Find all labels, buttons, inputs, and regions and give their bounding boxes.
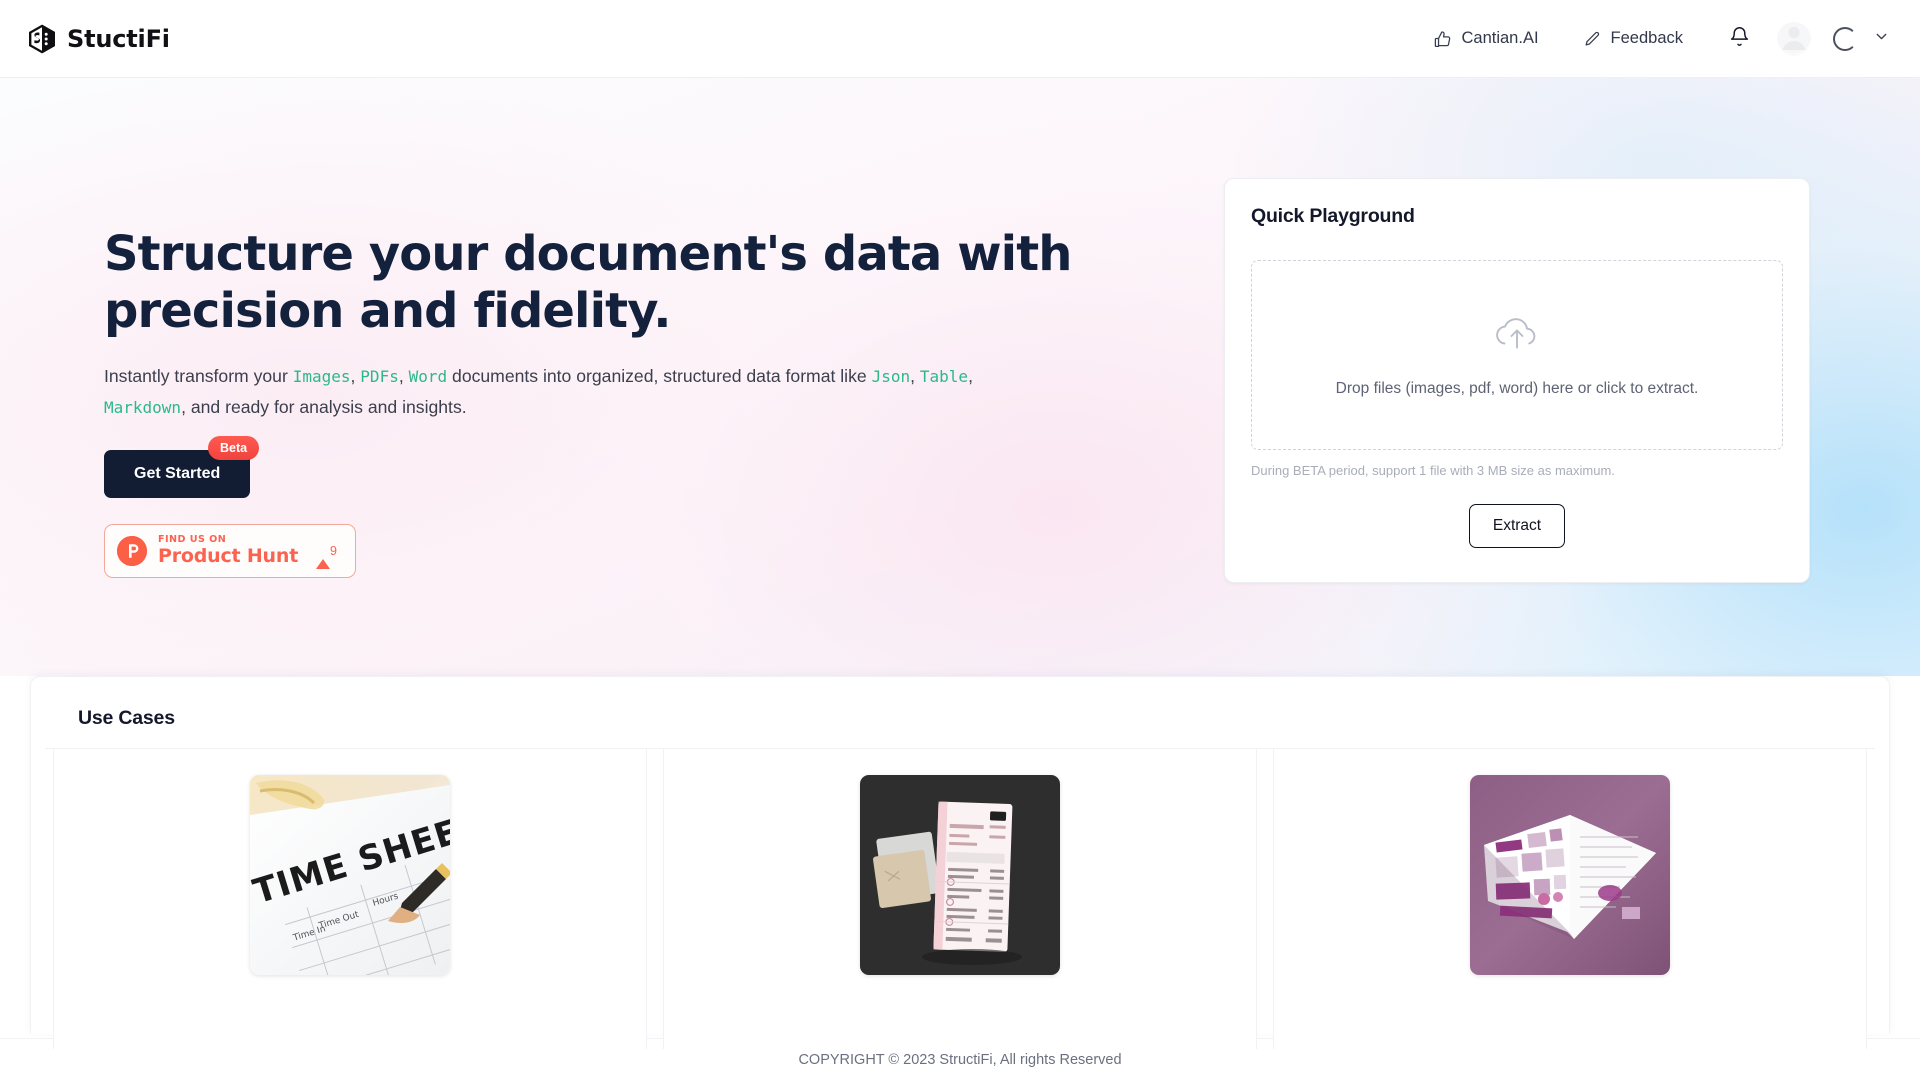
use-case-card[interactable] bbox=[663, 749, 1257, 1049]
subtitle-sep-2: , bbox=[398, 366, 409, 387]
header-link-label: Cantian.AI bbox=[1461, 29, 1539, 47]
hero-copy: Structure your document's data with prec… bbox=[104, 178, 1164, 578]
page-root: StuctiFi Cantian.AI Feedback Structure y… bbox=[0, 0, 1920, 1080]
avatar-placeholder-icon bbox=[1777, 21, 1811, 56]
product-hunt-logo-icon bbox=[117, 535, 147, 566]
playground-title: Quick Playground bbox=[1251, 205, 1415, 227]
hero-subtitle: Instantly transform your Images, PDFs, W… bbox=[104, 361, 1014, 422]
subtitle-sep-4: , bbox=[968, 366, 973, 387]
copyright-text: COPYRIGHT © 2023 StructiFi, All rights R… bbox=[798, 1051, 1122, 1068]
bell-icon bbox=[1729, 26, 1750, 52]
playground-actions: Extract bbox=[1251, 504, 1783, 548]
product-hunt-name: Product Hunt bbox=[158, 545, 299, 568]
brand-logo[interactable]: StuctiFi bbox=[26, 23, 170, 55]
brand-name: StuctiFi bbox=[67, 24, 170, 53]
loading-spinner-icon bbox=[1833, 26, 1857, 51]
use-cases-grid: TIME SHEET Time In Time Out Hours bbox=[45, 748, 1875, 1049]
pencil-icon bbox=[1583, 29, 1602, 48]
header-link-label: Feedback bbox=[1610, 29, 1683, 47]
keyword-word: Word bbox=[408, 367, 448, 387]
invoice-thumbnail bbox=[860, 775, 1060, 975]
keyword-markdown: Markdown bbox=[104, 397, 182, 417]
extract-button[interactable]: Extract bbox=[1469, 504, 1565, 548]
thumbs-up-icon bbox=[1433, 29, 1452, 48]
playground-note: During BETA period, support 1 file with … bbox=[1251, 463, 1615, 478]
catalog-thumbnail bbox=[1470, 775, 1670, 975]
file-dropzone[interactable]: Drop files (images, pdf, word) here or c… bbox=[1251, 260, 1783, 450]
use-cases-section: Use Cases TIME SHEET Time In Time Out Ho… bbox=[30, 676, 1890, 1049]
subtitle-part-2: documents into organized, structured dat… bbox=[447, 366, 872, 387]
header-actions: Cantian.AI Feedback bbox=[1411, 17, 1894, 61]
header-link-feedback[interactable]: Feedback bbox=[1561, 21, 1705, 56]
timesheet-thumbnail: TIME SHEET Time In Time Out Hours bbox=[250, 775, 450, 975]
beta-badge: Beta bbox=[208, 435, 260, 460]
product-hunt-upvote[interactable]: 9 bbox=[316, 541, 343, 569]
chevron-down-icon bbox=[1873, 28, 1890, 50]
hero-section: Structure your document's data with prec… bbox=[0, 78, 1920, 676]
keyword-json: Json bbox=[871, 367, 911, 387]
header-link-cantian-ai[interactable]: Cantian.AI bbox=[1411, 21, 1560, 56]
dropzone-label: Drop files (images, pdf, word) here or c… bbox=[1335, 379, 1699, 397]
use-cases-title: Use Cases bbox=[78, 707, 175, 729]
subtitle-sep-3: , bbox=[910, 366, 920, 387]
cloud-upload-icon bbox=[1491, 313, 1543, 360]
avatar[interactable] bbox=[1777, 21, 1811, 56]
account-menu-button[interactable] bbox=[1873, 28, 1890, 50]
keyword-pdfs: PDFs bbox=[360, 367, 399, 387]
notifications-button[interactable] bbox=[1717, 17, 1761, 61]
page-title: Structure your document's data with prec… bbox=[104, 226, 1072, 339]
use-case-card[interactable] bbox=[1273, 749, 1867, 1049]
app-header: StuctiFi Cantian.AI Feedback bbox=[0, 0, 1920, 78]
upvote-count: 9 bbox=[330, 543, 337, 558]
quick-playground-card: Quick Playground Drop files (images, pdf… bbox=[1224, 178, 1810, 583]
product-hunt-badge[interactable]: FIND US ON Product Hunt 9 bbox=[104, 523, 356, 578]
product-hunt-eyebrow: FIND US ON bbox=[158, 534, 227, 546]
use-case-card[interactable]: TIME SHEET Time In Time Out Hours bbox=[53, 749, 647, 1049]
subtitle-part-1: Instantly transform your bbox=[104, 366, 293, 387]
upvote-triangle-icon bbox=[316, 541, 331, 569]
subtitle-sep-1: , bbox=[350, 366, 361, 387]
product-hunt-text: FIND US ON Product Hunt bbox=[158, 535, 305, 566]
cta-row: Get Started Beta bbox=[104, 435, 354, 498]
keyword-images: Images bbox=[292, 367, 351, 387]
subtitle-part-3: , and ready for analysis and insights. bbox=[181, 396, 467, 417]
keyword-table: Table bbox=[919, 367, 969, 387]
stuctifi-hex-icon bbox=[26, 23, 58, 55]
